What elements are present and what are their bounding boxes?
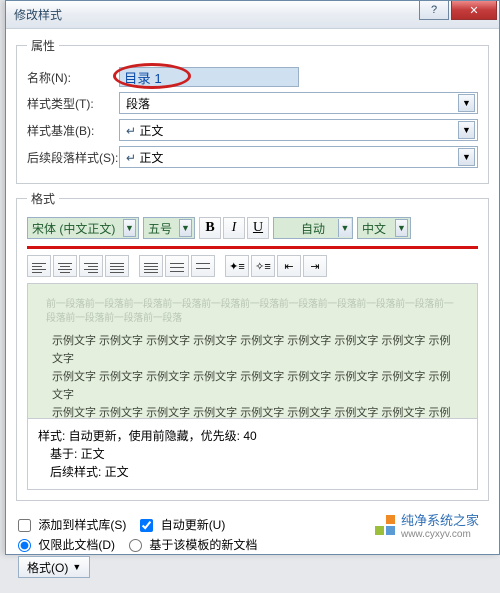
follow-style-dropdown[interactable]: ↵ 正文 ▼ (119, 146, 478, 168)
auto-update-checkbox[interactable]: 自动更新(U) (140, 516, 225, 533)
summary-line-2: 基于: 正文 (38, 445, 467, 463)
style-base-dropdown[interactable]: ↵ 正文 ▼ (119, 119, 478, 141)
type-label: 样式类型(T): (27, 95, 119, 112)
style-summary: 样式: 自动更新，使用前隐藏，优先级: 40 基于: 正文 后续样式: 正文 (27, 419, 478, 490)
indent-inc-button[interactable]: ⇥ (303, 255, 327, 277)
auto-update-input[interactable] (140, 519, 153, 532)
name-label: 名称(N): (27, 69, 119, 86)
spacing-med-icon (170, 261, 184, 271)
spacing-wide-icon (196, 261, 210, 271)
font-name-dropdown[interactable]: 宋体 (中文正文) ▼ (27, 217, 139, 239)
only-this-doc-input[interactable] (18, 539, 31, 552)
style-type-dropdown[interactable]: 段落 ▼ (119, 92, 478, 114)
add-to-library-input[interactable] (18, 519, 31, 532)
properties-group: 属性 名称(N): 样式类型(T): 段落 ▼ 样式基准(B): (16, 37, 489, 184)
help-button[interactable]: ? (419, 1, 449, 20)
chevron-down-icon: ▼ (458, 94, 475, 112)
based-on-template-input[interactable] (129, 539, 142, 552)
line-spacing-1-button[interactable] (139, 255, 163, 277)
based-on-template-radio[interactable]: 基于该模板的新文档 (129, 536, 257, 553)
line-spacing-15-button[interactable] (165, 255, 189, 277)
align-right-icon (84, 261, 98, 271)
align-left-icon (32, 261, 46, 271)
preview-before-text: 前一段落前一段落前一段落前一段落前一段落前一段落前一段落前一段落前一段落前一段落… (46, 298, 459, 326)
lang-value: 中文 (362, 220, 386, 237)
chevron-down-icon: ▼ (395, 219, 408, 237)
align-left-button[interactable] (27, 255, 51, 277)
base-label: 样式基准(B): (27, 122, 119, 139)
summary-line-1: 样式: 自动更新，使用前隐藏，优先级: 40 (38, 427, 467, 445)
indent-dec-button[interactable]: ⇤ (277, 255, 301, 277)
align-justify-icon (110, 261, 124, 271)
only-this-doc-radio[interactable]: 仅限此文档(D) (18, 536, 115, 553)
chevron-down-icon: ▼ (72, 562, 81, 572)
style-name-input[interactable] (119, 67, 299, 87)
bold-button[interactable]: B (199, 217, 221, 239)
underline-button[interactable]: U (247, 217, 269, 239)
chevron-down-icon: ▼ (179, 219, 192, 237)
space-before-dec-button[interactable]: ✧≡ (251, 255, 275, 277)
format-group: 格式 宋体 (中文正文) ▼ 五号 ▼ B I U 自动 ▼ (16, 190, 489, 501)
close-button[interactable]: ✕ (451, 1, 497, 20)
style-type-value: 段落 (126, 95, 150, 112)
font-name-value: 宋体 (中文正文) (32, 220, 115, 237)
window-title: 修改样式 (14, 6, 419, 23)
format-menu-button[interactable]: 格式(O) ▼ (18, 556, 90, 578)
spacing-tight-icon (144, 261, 158, 271)
align-center-button[interactable] (53, 255, 77, 277)
add-to-library-checkbox[interactable]: 添加到样式库(S) (18, 516, 126, 533)
style-base-value: 正文 (139, 124, 163, 138)
font-color-value: 自动 (301, 220, 325, 237)
italic-button[interactable]: I (223, 217, 245, 239)
follow-label: 后续段落样式(S): (27, 149, 119, 166)
paragraph-mark-icon: ↵ (126, 124, 136, 138)
annotation-underline (27, 246, 478, 249)
space-before-inc-button[interactable]: ✦≡ (225, 255, 249, 277)
align-right-button[interactable] (79, 255, 103, 277)
format-legend: 格式 (27, 190, 59, 207)
line-spacing-2-button[interactable] (191, 255, 215, 277)
align-center-icon (58, 261, 72, 271)
font-size-dropdown[interactable]: 五号 ▼ (143, 217, 195, 239)
preview-sample-text: 示例文字 示例文字 示例文字 示例文字 示例文字 示例文字 示例文字 示例文字 … (46, 326, 459, 419)
properties-legend: 属性 (27, 37, 59, 54)
style-preview: 前一段落前一段落前一段落前一段落前一段落前一段落前一段落前一段落前一段落前一段落… (27, 283, 478, 419)
align-justify-button[interactable] (105, 255, 129, 277)
chevron-down-icon: ▼ (458, 148, 475, 166)
font-color-dropdown[interactable]: 自动 ▼ (273, 217, 353, 239)
follow-style-value: 正文 (139, 151, 163, 165)
chevron-down-icon: ▼ (123, 219, 136, 237)
chevron-down-icon: ▼ (458, 121, 475, 139)
chevron-down-icon: ▼ (338, 219, 351, 237)
paragraph-mark-icon: ↵ (126, 151, 136, 165)
titlebar: 修改样式 ? ✕ (6, 1, 499, 29)
summary-line-3: 后续样式: 正文 (38, 463, 467, 481)
lang-dropdown[interactable]: 中文 ▼ (357, 217, 411, 239)
font-size-value: 五号 (148, 220, 172, 237)
